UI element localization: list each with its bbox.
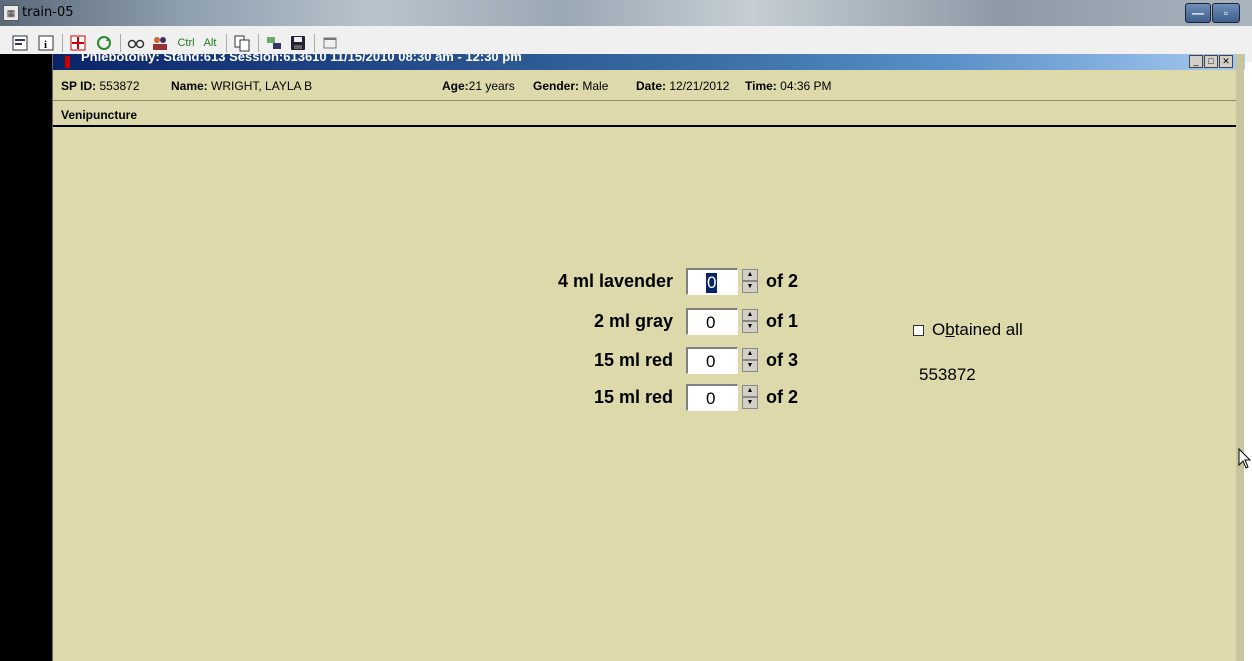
window-icon[interactable] — [320, 33, 340, 53]
alt-button[interactable]: Alt — [200, 33, 220, 53]
tube-count-spinner[interactable]: ▲ ▼ — [742, 347, 760, 374]
spin-down-arrow-icon[interactable]: ▼ — [742, 397, 758, 409]
tube-label-lavender: 4 ml lavender — [557, 271, 673, 291]
name-value: WRIGHT, LAYLA B — [211, 79, 313, 93]
inner-window-title: Phlebotomy: Stand:613 Session:613610 11/… — [81, 54, 522, 64]
name-label: Name: — [171, 79, 208, 93]
date-value: 12/21/2012 — [669, 79, 730, 93]
transfer-icon[interactable] — [264, 33, 284, 53]
obtained-all-label: Obtained all — [932, 320, 1023, 339]
maximize-button[interactable]: ▫ — [1212, 3, 1240, 23]
people-icon[interactable] — [150, 33, 170, 53]
svg-text:i: i — [44, 39, 47, 51]
info-icon[interactable]: i — [36, 33, 56, 53]
tube-count-value: 0 — [706, 273, 718, 293]
inner-titlebar: Phlebotomy: Stand:613 Session:613610 11/… — [53, 54, 1245, 70]
save-icon[interactable] — [288, 33, 308, 53]
window-titlebar: ▦ train-05 — ▫ — [0, 0, 1252, 26]
properties-icon[interactable] — [10, 33, 30, 53]
section-divider — [53, 125, 1237, 127]
phlebotomy-icon — [65, 56, 70, 68]
tube-count-input-gray[interactable]: 0 — [686, 308, 738, 335]
tube-count-value: 0 — [706, 313, 716, 332]
fullscreen-icon[interactable] — [68, 33, 88, 53]
obtained-all-checkbox[interactable]: Obtained all — [913, 320, 1023, 340]
tube-label-gray: 2 ml gray — [593, 311, 673, 331]
glasses-icon[interactable] — [126, 33, 146, 53]
inner-minimize-button[interactable]: _ — [1189, 55, 1203, 68]
sp-id-display: 553872 — [919, 365, 976, 384]
patient-info-bar: SP ID: 553872 Name: WRIGHT, LAYLA B Age:… — [53, 70, 1245, 100]
inner-close-button[interactable]: ✕ — [1219, 55, 1233, 68]
copy-icon[interactable] — [232, 33, 252, 53]
tube-count-input-red[interactable]: 0 — [686, 347, 738, 374]
ctrl-button[interactable]: Ctrl — [174, 33, 198, 53]
tube-label-red-2: 15 ml red — [593, 387, 673, 407]
tube-total-gray: of 1 — [766, 311, 799, 331]
tube-total-red-2: of 2 — [766, 387, 799, 407]
spin-down-arrow-icon[interactable]: ▼ — [742, 281, 758, 293]
refresh-icon[interactable] — [94, 33, 114, 53]
spin-up-arrow-icon[interactable]: ▲ — [742, 269, 758, 281]
time-value: 04:36 PM — [780, 79, 832, 93]
minimize-button[interactable]: — — [1185, 3, 1211, 23]
spin-down-arrow-icon[interactable]: ▼ — [742, 360, 758, 372]
tube-label-red: 15 ml red — [593, 350, 673, 370]
tube-count-spinner[interactable]: ▲ ▼ — [742, 308, 760, 335]
window-title: train-05 — [22, 5, 74, 20]
age-label: Age: — [442, 79, 469, 93]
tube-count-value: 0 — [706, 352, 716, 371]
tube-count-input-lavender[interactable]: 0 — [686, 268, 738, 295]
gender-value: Male — [582, 79, 609, 93]
spin-down-arrow-icon[interactable]: ▼ — [742, 321, 758, 333]
spin-up-arrow-icon[interactable]: ▲ — [742, 385, 758, 397]
gender-label: Gender: — [533, 79, 580, 93]
divider — [53, 100, 1237, 101]
tube-total-red: of 3 — [766, 350, 799, 370]
sp-id-value: 553872 — [99, 79, 140, 93]
tube-count-spinner[interactable]: ▲ ▼ — [742, 384, 760, 411]
sp-id-label: SP ID: — [61, 79, 97, 93]
tube-total-lavender: of 2 — [766, 271, 799, 291]
tube-count-input-red-2[interactable]: 0 — [686, 384, 738, 411]
checkbox-icon[interactable] — [913, 324, 924, 336]
tube-count-spinner[interactable]: ▲ ▼ — [742, 268, 760, 295]
phlebotomy-window: Phlebotomy: Stand:613 Session:613610 11/… — [52, 54, 1245, 661]
spin-up-arrow-icon[interactable]: ▲ — [742, 309, 758, 321]
section-title: Venipuncture — [61, 108, 138, 122]
tube-count-value: 0 — [706, 389, 716, 408]
app-icon: ▦ — [3, 5, 19, 21]
date-label: Date: — [636, 79, 667, 93]
age-value: 21 years — [468, 79, 515, 93]
time-label: Time: — [745, 79, 777, 93]
inner-maximize-button[interactable]: □ — [1204, 55, 1218, 68]
left-strip — [0, 54, 52, 661]
spin-up-arrow-icon[interactable]: ▲ — [742, 348, 758, 360]
mouse-cursor-icon — [1238, 447, 1252, 475]
window-edge — [1236, 54, 1244, 661]
